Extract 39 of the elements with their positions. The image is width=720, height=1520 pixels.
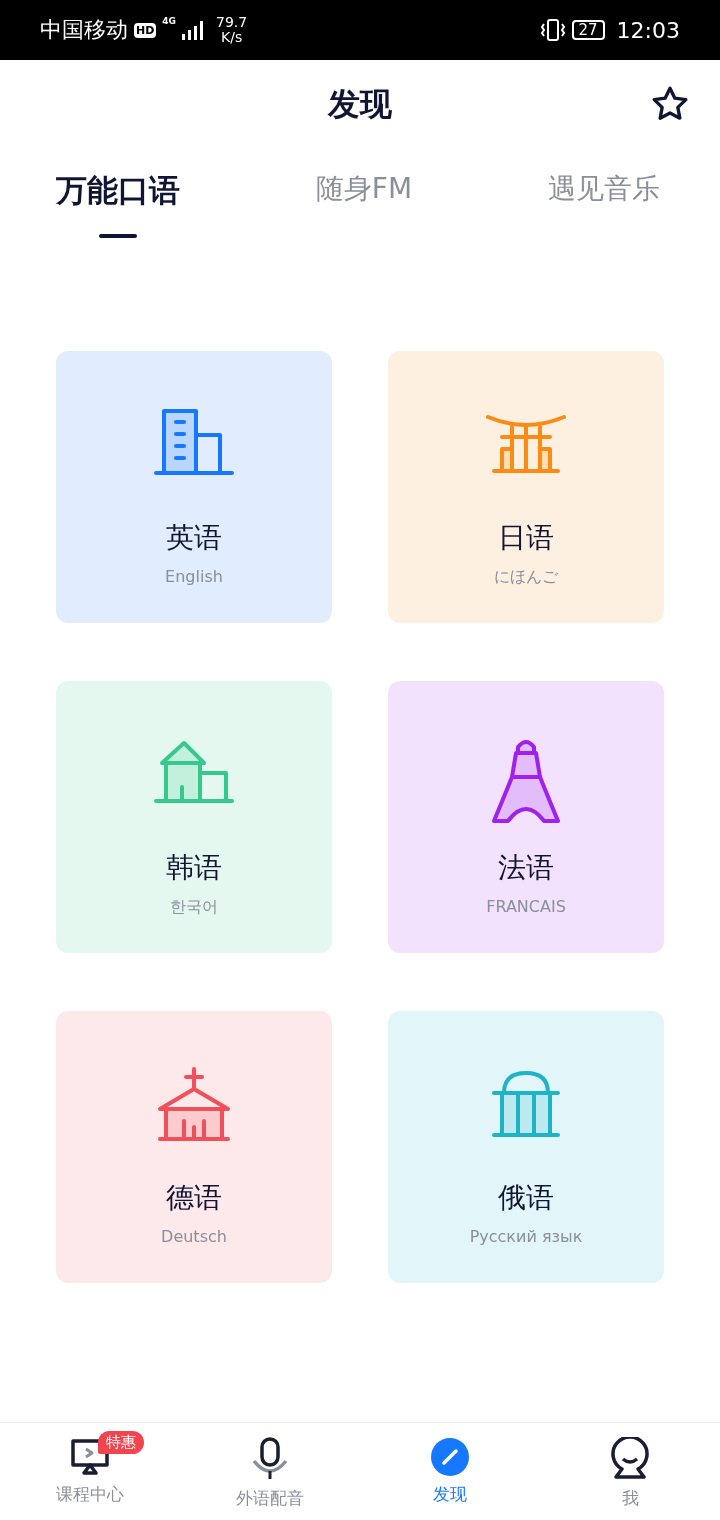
language-card[interactable]: 德语 Deutsch xyxy=(56,1011,332,1283)
face-icon xyxy=(610,1437,650,1481)
language-name: 德语 xyxy=(166,1180,222,1216)
nav-label: 课程中心 xyxy=(56,1483,124,1506)
language-name: 日语 xyxy=(498,520,554,556)
nav-item[interactable]: 发现 xyxy=(360,1423,540,1520)
nav-label: 我 xyxy=(621,1487,639,1510)
language-name: 韩语 xyxy=(166,850,222,886)
microphone-icon xyxy=(250,1437,290,1481)
pencil-icon xyxy=(430,1437,470,1477)
language-name: 法语 xyxy=(498,850,554,886)
signal-icon xyxy=(182,20,206,40)
vibrate-icon xyxy=(539,18,566,42)
network-type: 4G xyxy=(162,16,176,26)
language-card[interactable]: 日语 にほんご xyxy=(388,351,664,623)
native-name: Deutsch xyxy=(161,1227,227,1246)
battery-level: 27 xyxy=(571,20,605,40)
language-card[interactable]: 俄语 Русский язык xyxy=(388,1011,664,1283)
clock: 12:03 xyxy=(616,17,680,43)
language-card[interactable]: 英语 English xyxy=(56,351,332,623)
language-card[interactable]: 法语 FRANCAIS xyxy=(388,681,664,953)
nav-label: 外语配音 xyxy=(236,1487,304,1510)
nav-label: 发现 xyxy=(433,1483,467,1506)
native-name: 한국어 xyxy=(170,897,218,918)
nav-item[interactable]: 特惠 课程中心 xyxy=(0,1423,180,1520)
promo-badge: 特惠 xyxy=(98,1431,144,1454)
native-name: にほんご xyxy=(494,567,558,588)
page-title: 发现 xyxy=(328,84,392,125)
language-name: 英语 xyxy=(166,520,222,556)
speed-unit: K/s xyxy=(221,30,243,45)
tab[interactable]: 万能口语 xyxy=(56,150,180,260)
native-name: FRANCAIS xyxy=(486,897,566,916)
hd-indicator: HD xyxy=(134,22,157,38)
language-card[interactable]: 韩语 한국어 xyxy=(56,681,332,953)
carrier-name: 中国移动 xyxy=(40,16,128,44)
network-speed: 79.7 xyxy=(216,15,248,30)
language-name: 俄语 xyxy=(498,1180,554,1216)
native-name: English xyxy=(165,567,223,586)
native-name: Русский язык xyxy=(469,1227,583,1246)
